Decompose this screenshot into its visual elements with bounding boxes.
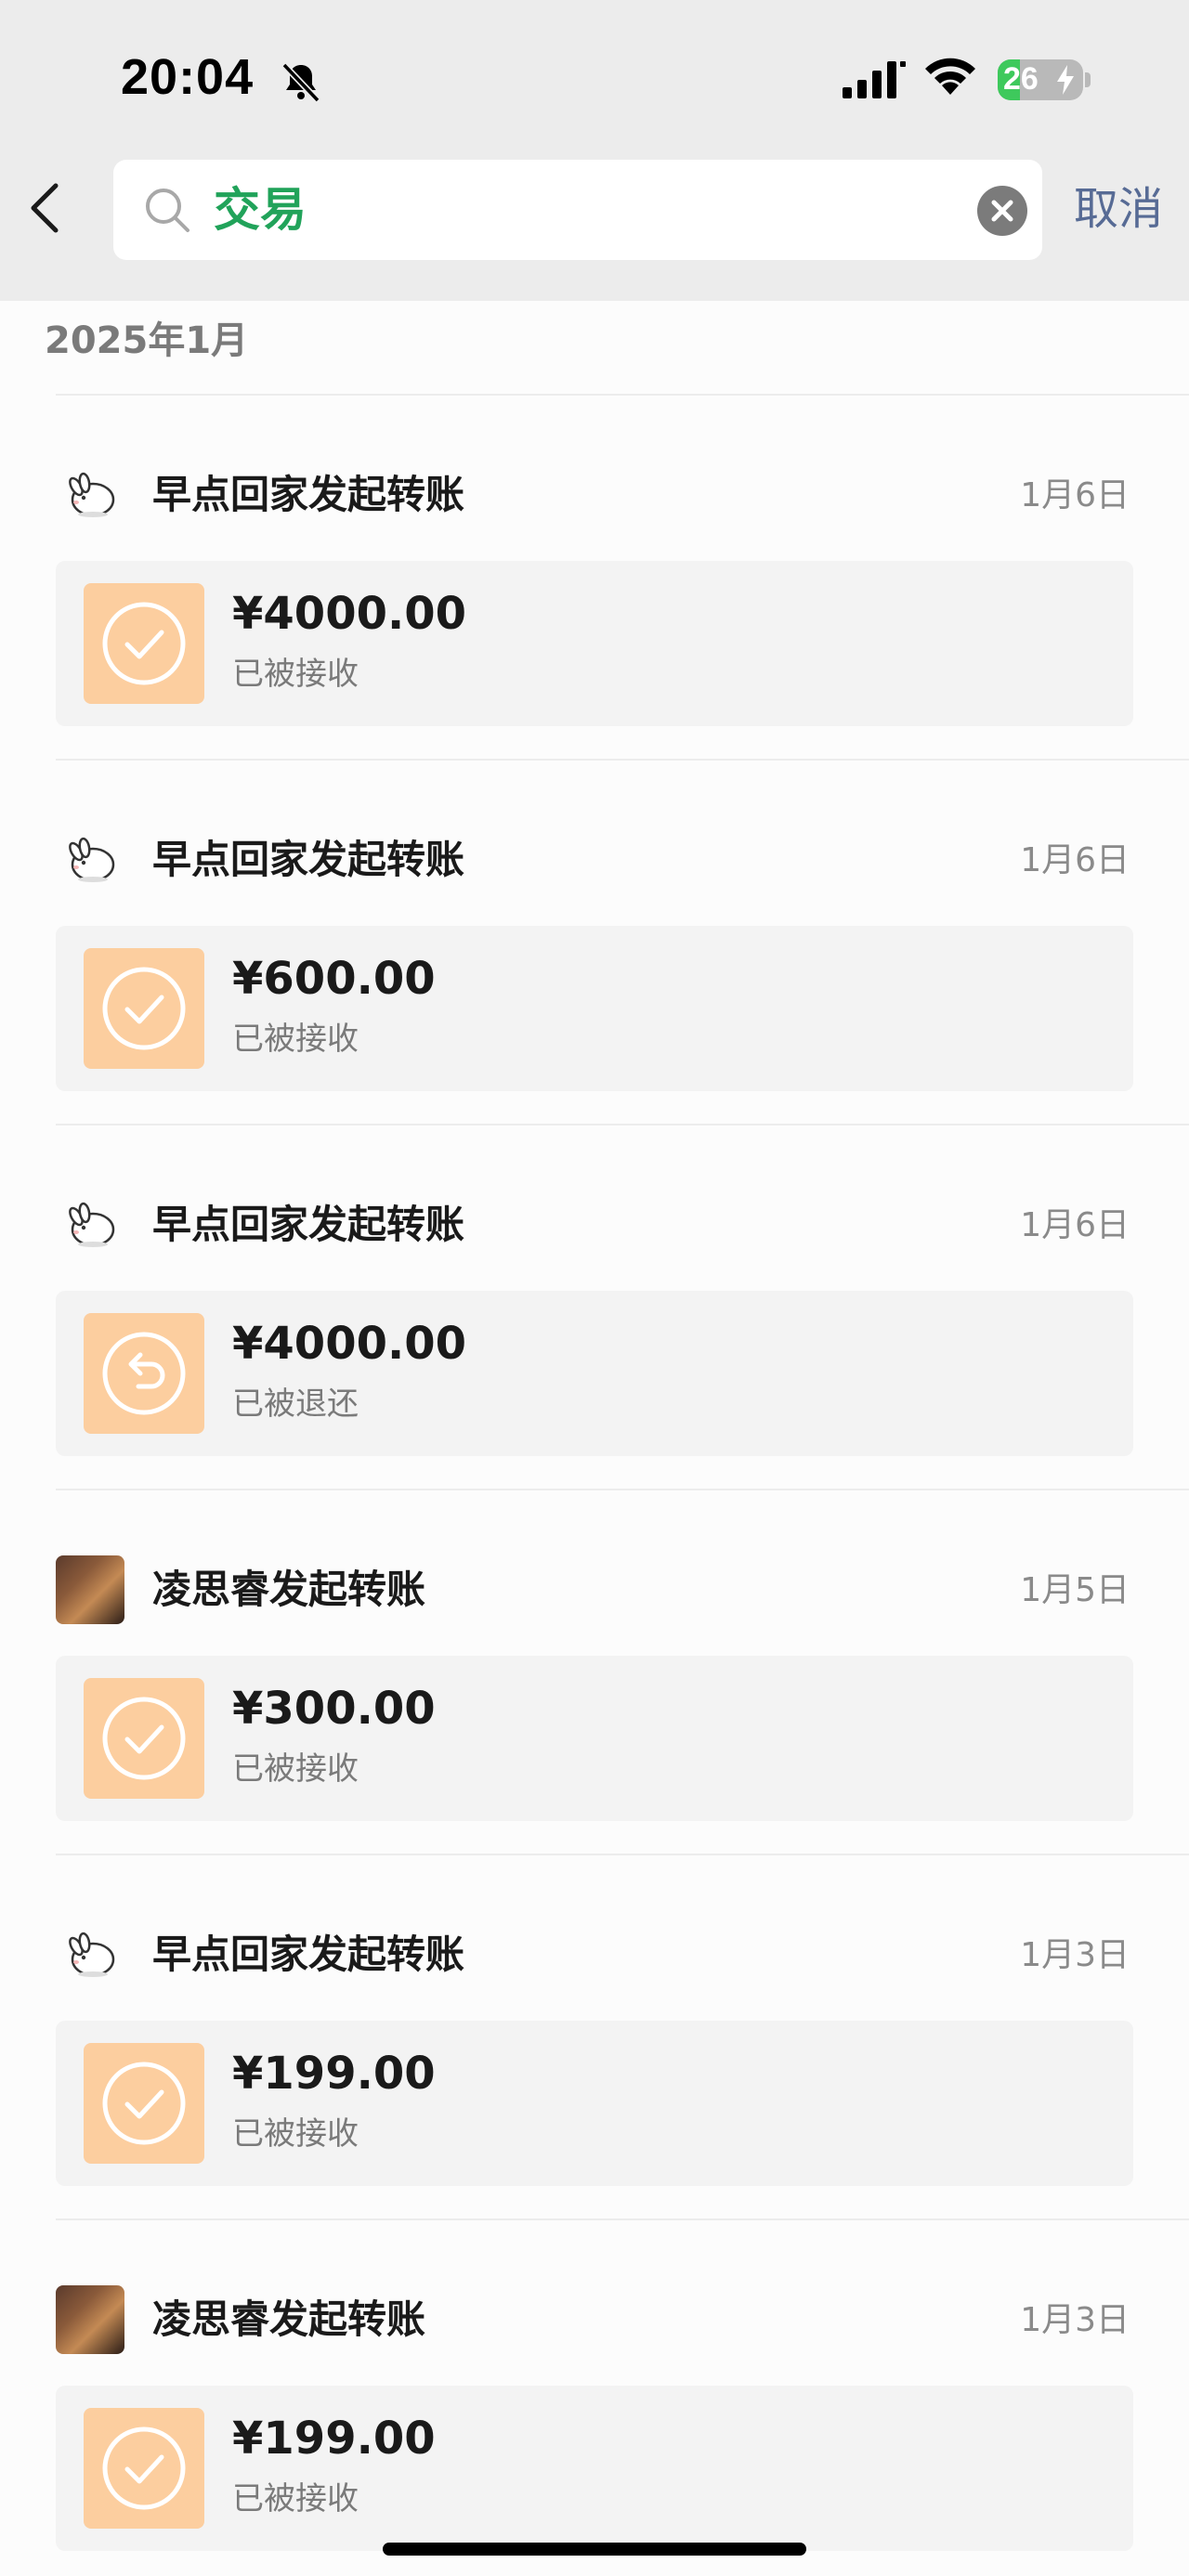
transaction-title: 凌思睿发起转账 [152, 2296, 426, 2342]
transfer-amount: ¥600.00 [232, 953, 436, 1005]
battery-cap [1085, 72, 1091, 87]
check-circle-icon [84, 1678, 204, 1799]
cancel-button[interactable]: 取消 [1074, 176, 1163, 241]
search-icon [146, 189, 189, 232]
transaction-title: 早点回家发起转账 [152, 1932, 465, 1977]
transaction-title: 早点回家发起转账 [152, 837, 465, 882]
back-button[interactable] [20, 178, 72, 238]
transaction-title: 凌思睿发起转账 [152, 1567, 426, 1612]
transfer-card[interactable]: ¥300.00 已被接收 [56, 1656, 1133, 1821]
top-bar: 20:04 26 交易 取消 [0, 0, 1189, 301]
check-circle-icon [84, 948, 204, 1069]
avatar-rabbit[interactable] [56, 1190, 124, 1259]
clear-search-button[interactable] [977, 186, 1027, 236]
signal-icon [843, 61, 906, 98]
transfer-card[interactable]: ¥600.00 已被接收 [56, 926, 1133, 1091]
transaction-date: 1月3日 [1020, 1936, 1130, 1974]
transfer-status: 已被接收 [232, 1750, 359, 1788]
wifi-icon [925, 58, 975, 95]
avatar-photo[interactable] [56, 1555, 124, 1624]
search-input[interactable]: 交易 [113, 160, 1042, 260]
transfer-status: 已被接收 [232, 656, 359, 693]
transfer-amount: ¥4000.00 [232, 1318, 467, 1370]
search-query[interactable]: 交易 [214, 180, 307, 240]
transfer-status: 已被接收 [232, 2115, 359, 2153]
transaction-list: 早点回家发起转账 1月6日 ¥4000.00 已被接收 早点回家发起转账 1月6… [0, 394, 1189, 2576]
check-circle-icon [84, 2043, 204, 2164]
divider [56, 1124, 1189, 1125]
transfer-card[interactable]: ¥199.00 已被接收 [56, 2021, 1133, 2186]
transfer-card[interactable]: ¥199.00 已被接收 [56, 2386, 1133, 2551]
transaction-item[interactable]: 早点回家发起转账 1月6日 ¥600.00 已被接收 [0, 759, 1189, 1124]
transfer-amount: ¥199.00 [232, 2048, 436, 2100]
divider [56, 1854, 1189, 1855]
month-header: 2025年1月 [45, 319, 249, 362]
transfer-amount: ¥4000.00 [232, 588, 467, 640]
bell-off-icon [281, 62, 320, 103]
transfer-status: 已被接收 [232, 2480, 359, 2517]
charging-bolt-icon [1057, 65, 1074, 95]
check-circle-icon [84, 583, 204, 704]
transfer-amount: ¥199.00 [232, 2413, 436, 2465]
divider [56, 759, 1189, 761]
divider [56, 1489, 1189, 1490]
transaction-date: 1月6日 [1020, 476, 1130, 514]
avatar-rabbit[interactable] [56, 1920, 124, 1989]
avatar-rabbit[interactable] [56, 826, 124, 894]
transaction-item[interactable]: 凌思睿发起转账 1月3日 ¥199.00 已被接收 [0, 2218, 1189, 2576]
check-circle-icon [84, 2408, 204, 2529]
transfer-card[interactable]: ¥4000.00 已被接收 [56, 561, 1133, 726]
divider [56, 394, 1189, 396]
return-circle-icon [84, 1313, 204, 1434]
clear-icon [991, 200, 1013, 222]
transaction-item[interactable]: 早点回家发起转账 1月6日 ¥4000.00 已被接收 [0, 394, 1189, 759]
back-chevron-icon [31, 183, 59, 233]
transfer-card[interactable]: ¥4000.00 已被退还 [56, 1291, 1133, 1456]
avatar-rabbit[interactable] [56, 461, 124, 529]
status-time: 20:04 [121, 49, 255, 105]
transaction-item[interactable]: 早点回家发起转账 1月6日 ¥4000.00 已被退还 [0, 1124, 1189, 1489]
transaction-title: 早点回家发起转账 [152, 1202, 465, 1247]
battery-icon: 26 [998, 59, 1083, 100]
transaction-date: 1月6日 [1020, 841, 1130, 879]
home-indicator [383, 2543, 806, 2556]
transaction-item[interactable]: 早点回家发起转账 1月3日 ¥199.00 已被接收 [0, 1854, 1189, 2218]
transaction-date: 1月3日 [1020, 2301, 1130, 2339]
transfer-status: 已被退还 [232, 1386, 359, 1423]
transaction-date: 1月5日 [1020, 1571, 1130, 1609]
transfer-amount: ¥300.00 [232, 1683, 436, 1735]
transaction-item[interactable]: 凌思睿发起转账 1月5日 ¥300.00 已被接收 [0, 1489, 1189, 1854]
transaction-title: 早点回家发起转账 [152, 472, 465, 517]
transfer-status: 已被接收 [232, 1021, 359, 1058]
transaction-date: 1月6日 [1020, 1206, 1130, 1244]
divider [56, 2218, 1189, 2220]
avatar-photo[interactable] [56, 2285, 124, 2354]
battery-level: 26 [1003, 61, 1039, 97]
